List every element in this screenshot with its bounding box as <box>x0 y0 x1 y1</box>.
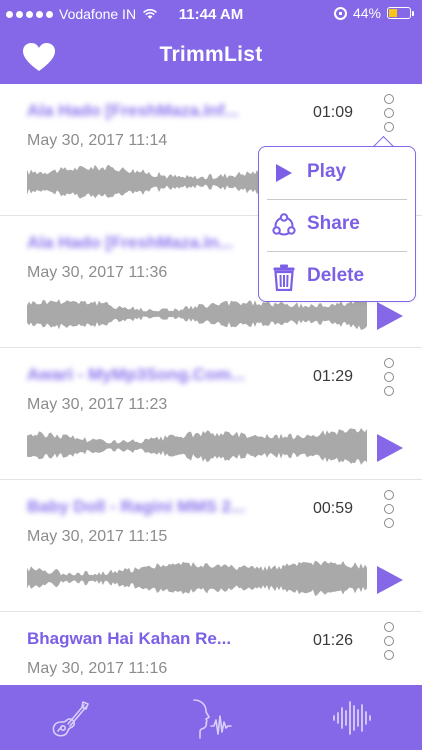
guitar-icon <box>52 701 89 737</box>
more-options-icon[interactable] <box>382 622 396 660</box>
play-icon <box>377 302 403 330</box>
more-options-icon[interactable] <box>382 358 396 396</box>
list-item[interactable]: Baby Doll - Ragini MMS 2... 00:59 May 30… <box>0 480 422 612</box>
recording-date: May 30, 2017 11:23 <box>27 396 168 413</box>
status-right: 44% <box>333 5 414 21</box>
battery-percent-label: 44% <box>352 5 381 21</box>
waveform-icon <box>333 701 371 735</box>
menu-item-delete[interactable]: Delete <box>259 251 415 303</box>
recording-date: May 30, 2017 11:16 <box>27 660 168 677</box>
menu-item-share[interactable]: Share <box>259 199 415 251</box>
waveform <box>27 558 367 598</box>
battery-icon <box>387 7 411 19</box>
waveform <box>27 426 367 466</box>
recording-duration: 01:29 <box>313 368 354 385</box>
recording-date: May 30, 2017 11:15 <box>27 528 168 545</box>
top-bar: Vodafone IN 11:44 AM 44% TrimmList <box>0 0 422 84</box>
recording-title: Ala Hado [FreshMaza.In... <box>27 233 233 252</box>
play-icon <box>377 566 403 594</box>
play-icon <box>377 434 403 462</box>
app-header: TrimmList <box>0 30 422 84</box>
recording-duration: 01:09 <box>313 104 354 121</box>
play-button[interactable] <box>375 432 405 464</box>
recording-duration: 01:26 <box>313 632 354 649</box>
menu-item-share-label: Share <box>307 213 360 234</box>
trash-icon <box>273 264 295 291</box>
bottom-tab-bar <box>0 685 422 750</box>
recording-title: Bhagwan Hai Kahan Re... <box>27 629 232 648</box>
recording-title: Baby Doll - Ragini MMS 2... <box>27 497 246 516</box>
share-icon <box>272 213 296 236</box>
recording-title: Awari - MyMp3Song.Com... <box>27 365 245 384</box>
status-bar: Vodafone IN 11:44 AM 44% <box>0 0 422 30</box>
voice-icon <box>193 699 232 739</box>
orientation-lock-icon <box>333 6 347 20</box>
menu-item-play[interactable]: Play <box>259 147 415 199</box>
menu-item-delete-label: Delete <box>307 265 365 286</box>
page-title: TrimmList <box>159 43 263 66</box>
play-button[interactable] <box>375 300 405 332</box>
context-menu: Play Share Delete <box>258 146 416 302</box>
recording-title: Ala Hado [FreshMaza.Inf... <box>27 101 239 120</box>
play-icon <box>276 164 292 182</box>
play-button[interactable] <box>375 564 405 596</box>
recording-duration: 00:59 <box>313 500 354 517</box>
list-item[interactable]: Bhagwan Hai Kahan Re... 01:26 May 30, 20… <box>0 612 422 685</box>
list-item[interactable]: Awari - MyMp3Song.Com... 01:29 May 30, 2… <box>0 348 422 480</box>
more-options-icon[interactable] <box>382 94 396 132</box>
menu-item-play-label: Play <box>307 161 347 182</box>
recording-date: May 30, 2017 11:36 <box>27 264 168 281</box>
tab-guitar[interactable] <box>48 696 92 740</box>
recording-date: May 30, 2017 11:14 <box>27 132 168 149</box>
battery-tip <box>412 10 414 16</box>
tab-voice[interactable] <box>190 696 234 740</box>
tab-waveform[interactable] <box>330 696 374 740</box>
more-options-icon[interactable] <box>382 490 396 528</box>
